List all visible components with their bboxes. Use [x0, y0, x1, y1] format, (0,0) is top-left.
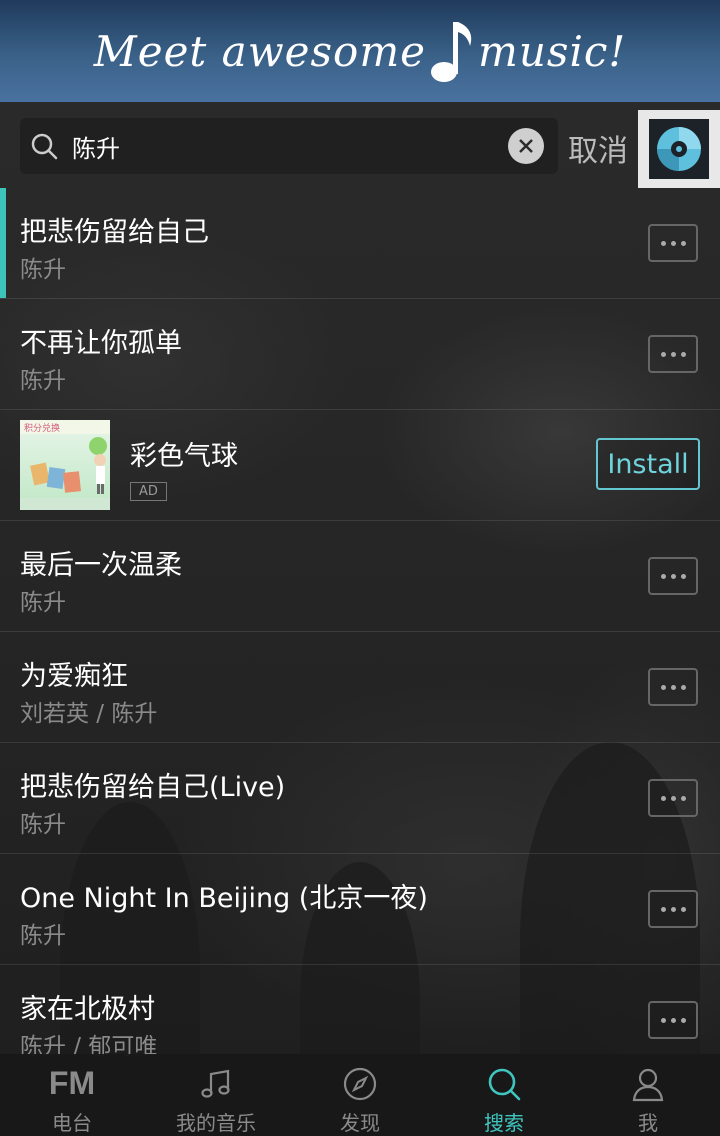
ad-badge: AD	[130, 482, 167, 501]
song-title: 最后一次温柔	[20, 550, 182, 581]
nav-label: 电台	[52, 1111, 92, 1135]
music-note-logo-icon	[431, 22, 472, 82]
song-artist: 陈升	[20, 257, 66, 283]
compass-icon	[343, 1067, 377, 1100]
more-options-button[interactable]	[648, 668, 698, 706]
music-note-icon	[201, 1069, 230, 1098]
song-artist: 陈升	[20, 812, 66, 838]
search-bar-row: 陈升 取消	[0, 102, 720, 188]
song-title: 为爱痴狂	[20, 661, 128, 692]
search-icon	[488, 1068, 521, 1100]
song-title: One Night In Beijing (北京一夜)	[20, 883, 428, 914]
logo-text-right: music!	[478, 26, 627, 76]
nav-item-radio[interactable]: FM 电台	[0, 1054, 144, 1136]
more-options-button[interactable]	[648, 557, 698, 595]
nav-item-discover[interactable]: 发现	[288, 1054, 432, 1136]
ad-thumbnail: 积分兑换	[20, 420, 110, 510]
song-artist: 陈升	[20, 368, 66, 394]
clear-search-button[interactable]	[508, 128, 544, 164]
now-playing-button[interactable]	[638, 110, 720, 188]
close-icon	[519, 139, 533, 153]
more-options-button[interactable]	[648, 335, 698, 373]
ad-thumb-text: 积分兑换	[24, 422, 60, 434]
disc-icon	[657, 127, 701, 171]
more-options-button[interactable]	[648, 890, 698, 928]
list-item[interactable]: 把悲伤留给自己 陈升	[0, 188, 720, 299]
search-icon	[31, 133, 58, 160]
list-item[interactable]: One Night In Beijing (北京一夜) 陈升	[0, 854, 720, 965]
fm-icon: FM	[48, 1065, 96, 1101]
ad-title: 彩色气球	[130, 441, 238, 472]
nav-label: 我的音乐	[176, 1111, 256, 1135]
song-title: 把悲伤留给自己	[20, 217, 209, 248]
nav-item-me[interactable]: 我	[576, 1054, 720, 1136]
search-input[interactable]: 陈升	[20, 118, 558, 174]
install-button[interactable]: Install	[596, 438, 700, 490]
song-artist: 陈升	[20, 923, 66, 949]
list-item[interactable]: 把悲伤留给自己(Live) 陈升	[0, 743, 720, 854]
ad-image: 积分兑换	[20, 420, 110, 510]
more-options-button[interactable]	[648, 224, 698, 262]
song-title: 把悲伤留给自己(Live)	[20, 772, 286, 803]
list-item[interactable]: 为爱痴狂 刘若英 / 陈升	[0, 632, 720, 743]
song-title: 不再让你孤单	[20, 328, 182, 359]
app-logo: Meet awesome music!	[94, 16, 627, 86]
logo-text-left: Meet awesome	[93, 26, 427, 76]
more-options-button[interactable]	[648, 779, 698, 817]
user-icon	[632, 1068, 664, 1101]
nav-item-my-music[interactable]: 我的音乐	[144, 1054, 288, 1136]
app-header: Meet awesome music!	[0, 0, 720, 102]
nav-label: 发现	[340, 1111, 380, 1135]
song-artist: 陈升	[20, 590, 66, 616]
song-title: 家在北极村	[20, 994, 155, 1025]
nav-label: 搜索	[484, 1111, 524, 1135]
ad-item[interactable]: 积分兑换 彩色气球 AD Install	[0, 410, 720, 521]
search-results-list: 把悲伤留给自己 陈升 不再让你孤单 陈升 积分兑换 彩色气球 AD Instal…	[0, 188, 720, 1076]
list-item[interactable]: 不再让你孤单 陈升	[0, 299, 720, 410]
song-artist: 刘若英 / 陈升	[20, 701, 158, 727]
bottom-navigation: FM 电台 我的音乐 发现 搜索 我	[0, 1054, 720, 1136]
search-query-text: 陈升	[72, 134, 120, 163]
nav-item-search[interactable]: 搜索	[432, 1054, 576, 1136]
nav-label: 我	[638, 1111, 658, 1135]
list-item[interactable]: 最后一次温柔 陈升	[0, 521, 720, 632]
cancel-button[interactable]: 取消	[568, 126, 628, 170]
active-indicator	[0, 188, 6, 298]
more-options-button[interactable]	[648, 1001, 698, 1039]
